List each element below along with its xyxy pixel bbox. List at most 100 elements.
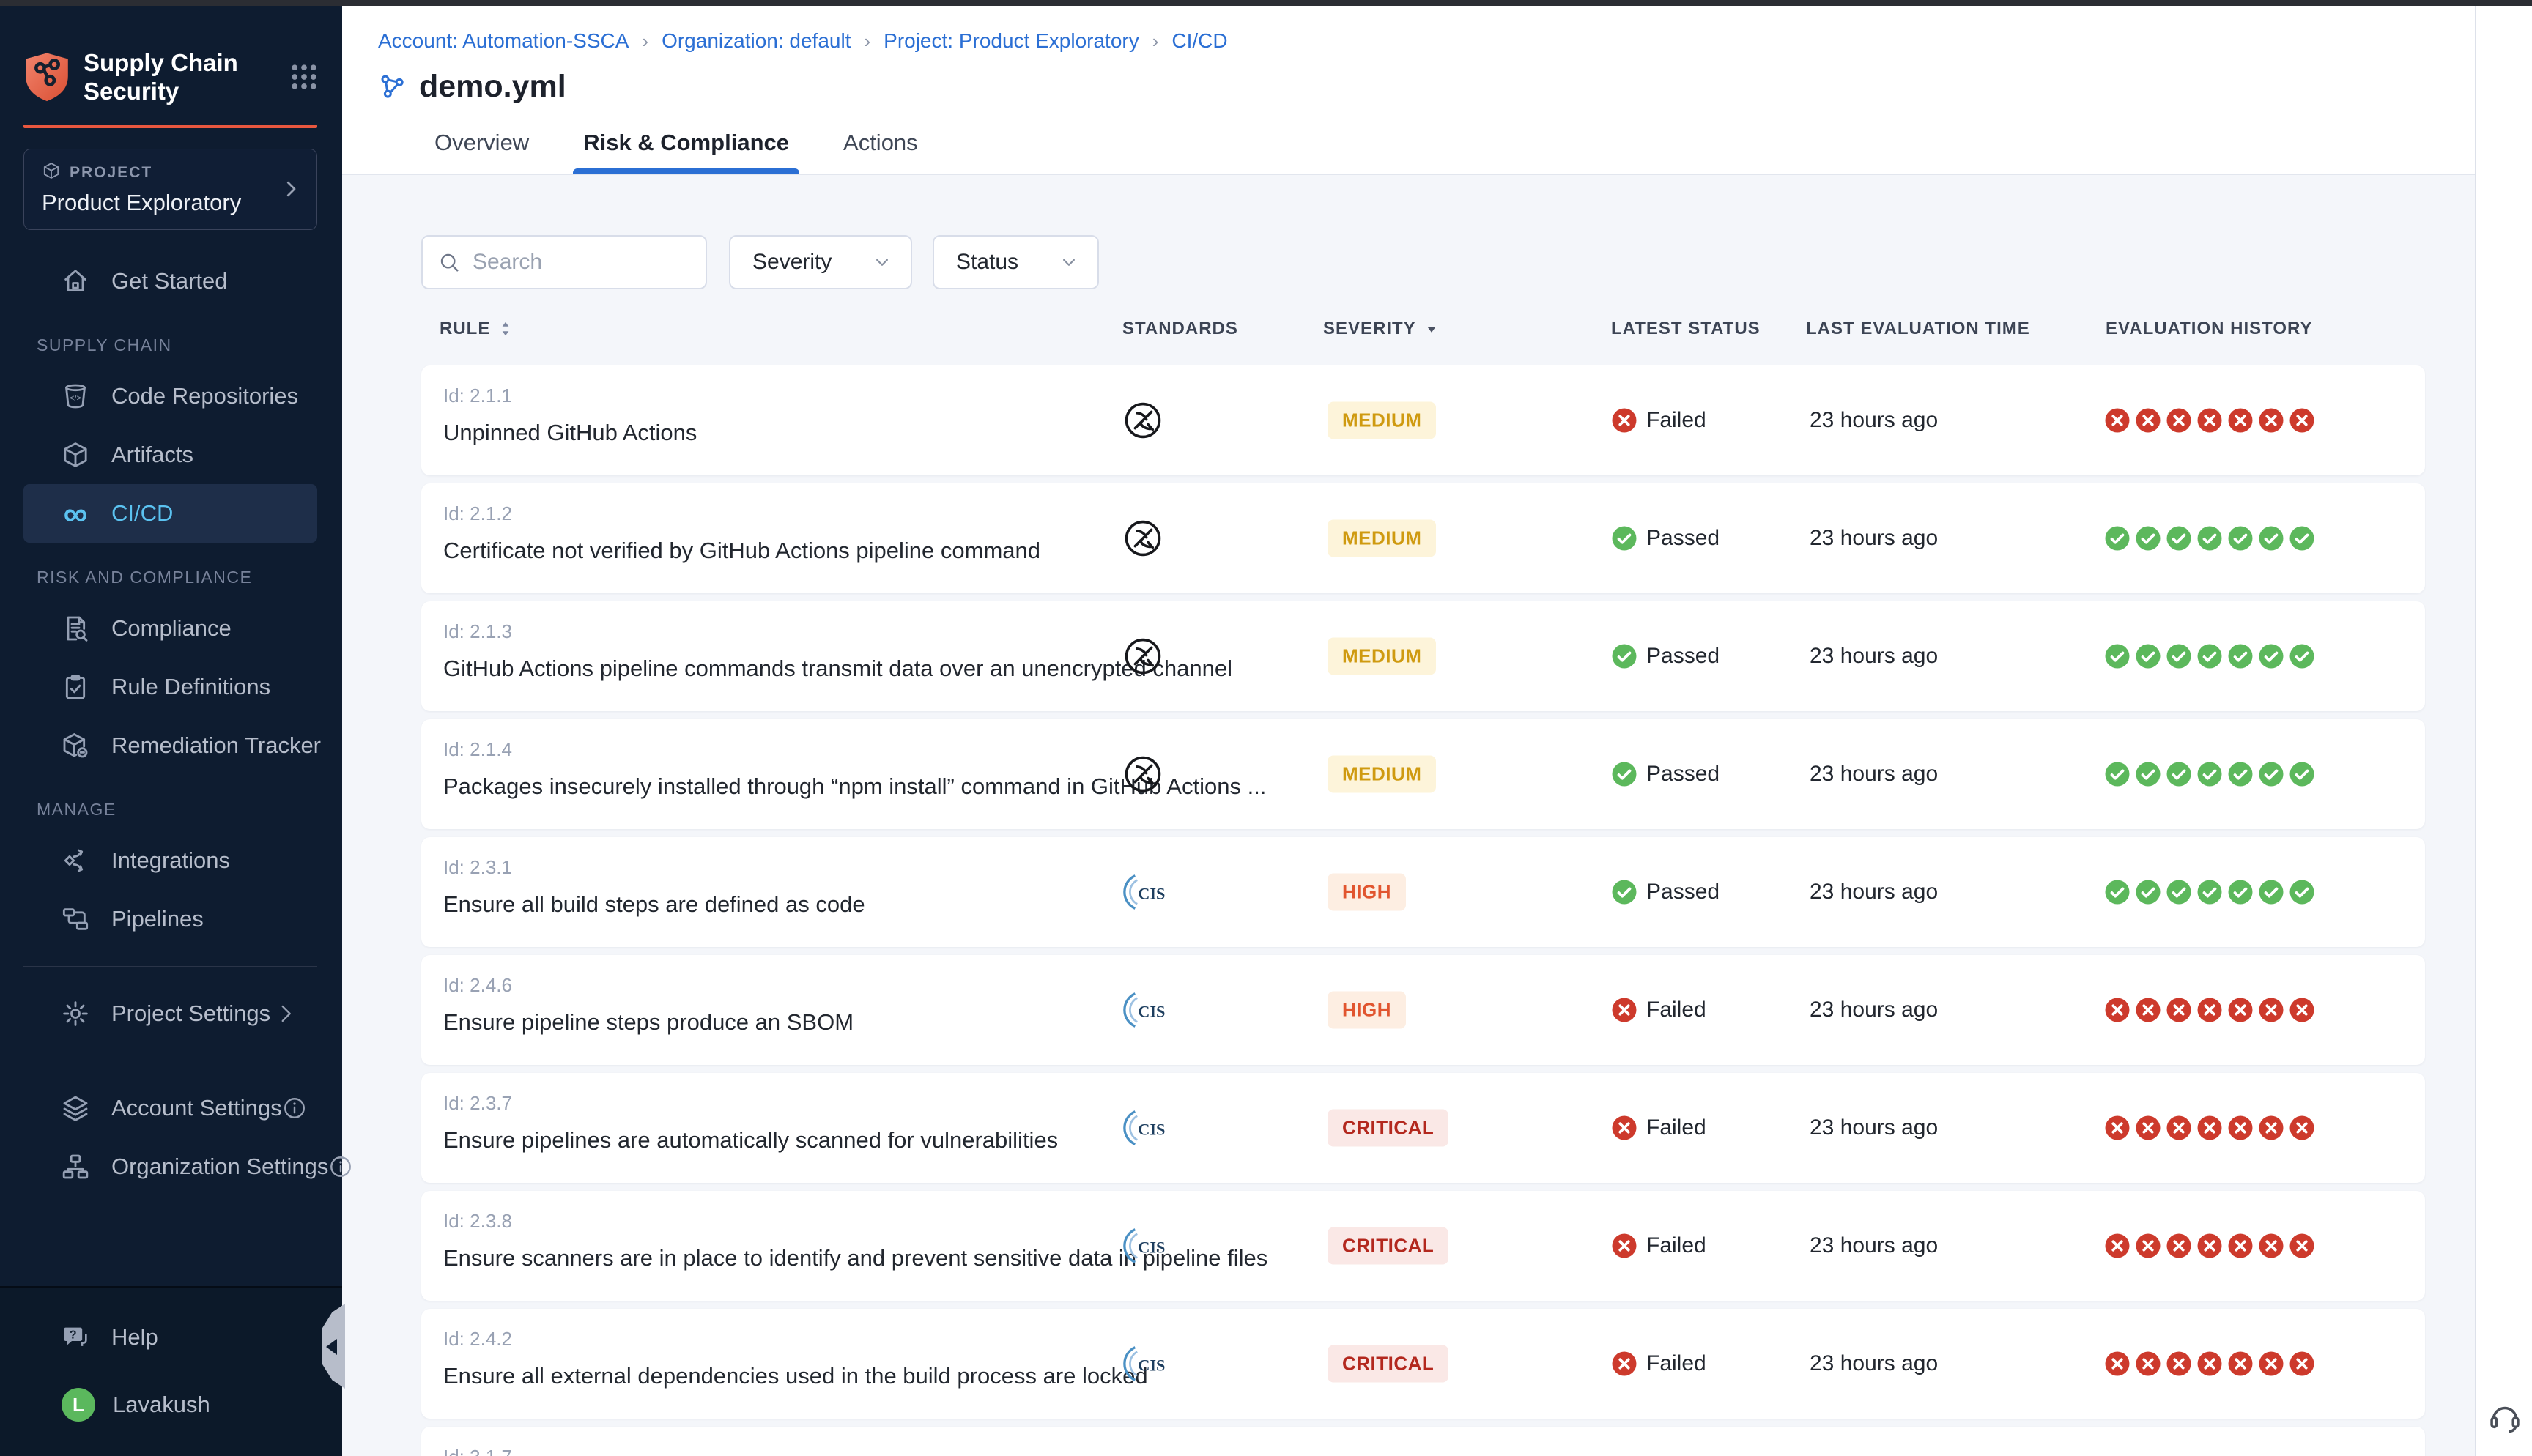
severity-filter-select[interactable]: Severity — [729, 235, 912, 289]
table-row[interactable]: Id: 2.1.4Packages insecurely installed t… — [421, 719, 2425, 829]
sidebar-item-organization-settings[interactable]: Organization Settings — [23, 1137, 317, 1196]
history-fail-icon — [2227, 1351, 2254, 1377]
status-failed-icon — [1611, 1233, 1637, 1259]
sidebar-item-compliance[interactable]: Compliance — [23, 599, 317, 658]
sidebar-item-help[interactable]: ? Help — [23, 1308, 317, 1367]
severity-badge: MEDIUM — [1328, 756, 1436, 793]
rule-id: Id: 3.1.7 — [443, 1446, 512, 1456]
sort-desc-icon[interactable] — [1422, 319, 1441, 338]
sidebar-item-remediation-tracker[interactable]: Remediation Tracker — [23, 716, 317, 775]
history-pass-icon — [2258, 761, 2284, 787]
breadcrumb-separator: › — [864, 30, 870, 53]
column-label: STANDARDS — [1122, 319, 1238, 339]
severity-badge: CRITICAL — [1328, 1345, 1448, 1383]
history-pass-icon — [2196, 761, 2223, 787]
history-pass-icon — [2135, 643, 2161, 669]
sidebar-item-label: CI/CD — [111, 500, 173, 527]
sidebar-item-artifacts[interactable]: Artifacts — [23, 426, 317, 484]
tab-overview[interactable]: Overview — [424, 130, 539, 174]
sidebar-item-label: Integrations — [111, 847, 230, 874]
status-text: Failed — [1646, 1233, 1706, 1258]
rule-cell: Id: 2.4.6Ensure pipeline steps produce a… — [443, 974, 854, 1036]
sidebar-item-get-started[interactable]: Get Started — [23, 252, 317, 311]
history-fail-icon — [2104, 1351, 2131, 1377]
table-row[interactable]: Id: 2.3.7Ensure pipelines are automatica… — [421, 1073, 2425, 1183]
table-row[interactable]: Id: 2.3.8Ensure scanners are in place to… — [421, 1191, 2425, 1301]
support-headset-icon[interactable] — [2487, 1399, 2523, 1435]
sidebar-item-pipelines[interactable]: Pipelines — [23, 890, 317, 948]
sidebar-item-label: Organization Settings — [111, 1154, 328, 1180]
pipelines-icon — [60, 904, 91, 935]
severity-badge: CRITICAL — [1328, 1110, 1448, 1147]
svg-text:?: ? — [70, 1329, 77, 1341]
sort-icon[interactable] — [496, 319, 515, 338]
breadcrumb: Account: Automation-SSCA › Organization: d… — [342, 6, 2475, 53]
sidebar-item-account-settings[interactable]: Account Settings — [23, 1079, 317, 1137]
history-pass-icon — [2196, 643, 2223, 669]
table-row[interactable]: Id: 2.3.1Ensure all build steps are defi… — [421, 837, 2425, 947]
table-row[interactable]: Id: 2.4.2Ensure all external dependencie… — [421, 1309, 2425, 1419]
history-fail-icon — [2166, 1233, 2192, 1259]
history-fail-icon — [2227, 407, 2254, 434]
sidebar-item-code-repositories[interactable]: </>Code Repositories — [23, 367, 317, 426]
history-fail-icon — [2289, 1233, 2315, 1259]
project-box-icon — [42, 161, 61, 184]
svg-text:CIS: CIS — [1138, 1120, 1165, 1138]
history-pass-icon — [2104, 879, 2131, 905]
cis-standard-icon: CIS — [1119, 869, 1167, 915]
project-label: PROJECT — [70, 164, 152, 182]
history-fail-icon — [2135, 1233, 2161, 1259]
breadcrumb-link[interactable]: CI/CD — [1171, 29, 1227, 53]
history-fail-icon — [2258, 1233, 2284, 1259]
project-selector[interactable]: PROJECT Product Exploratory — [23, 149, 317, 230]
sidebar-nav: Get StartedSUPPLY CHAIN</>Code Repositor… — [0, 230, 342, 1286]
info-icon — [282, 1096, 307, 1121]
history-pass-icon — [2196, 525, 2223, 551]
rule-name: Ensure pipeline steps produce an SBOM — [443, 1009, 854, 1036]
breadcrumb-separator: › — [642, 30, 648, 53]
history-pass-icon — [2227, 761, 2254, 787]
rule-id: Id: 2.3.1 — [443, 856, 865, 879]
table-row[interactable]: Id: 3.1.7CISCRITICALFailed23 hours ago — [421, 1427, 2425, 1456]
severity-cell: MEDIUM — [1328, 756, 1436, 793]
sidebar-item-integrations[interactable]: Integrations — [23, 831, 317, 890]
table-row[interactable]: Id: 2.4.6Ensure pipeline steps produce a… — [421, 955, 2425, 1065]
tab-actions[interactable]: Actions — [833, 130, 928, 174]
table-row[interactable]: Id: 2.1.1Unpinned GitHub ActionsMEDIUMFa… — [421, 365, 2425, 475]
breadcrumb-link[interactable]: Account: Automation-SSCA — [378, 29, 629, 53]
table-row[interactable]: Id: 2.1.2Certificate not verified by Git… — [421, 483, 2425, 593]
column-label: LATEST STATUS — [1611, 319, 1761, 339]
sidebar-item-user[interactable]: L Lavakush — [23, 1375, 317, 1434]
history-pass-icon — [2227, 643, 2254, 669]
table-rows: Id: 2.1.1Unpinned GitHub ActionsMEDIUMFa… — [421, 365, 2425, 1456]
table-row[interactable]: Id: 2.1.3GitHub Actions pipeline command… — [421, 601, 2425, 711]
page-title: demo.yml — [419, 69, 566, 105]
sidebar-item-project-settings[interactable]: Project Settings — [23, 984, 317, 1043]
tab-risk-compliance[interactable]: Risk & Compliance — [573, 130, 799, 174]
sidebar-item-cicd[interactable]: ∞CI/CD — [23, 484, 317, 543]
status-text: Passed — [1646, 526, 1720, 551]
rule-id: Id: 2.4.2 — [443, 1328, 1148, 1351]
search-input[interactable] — [473, 250, 691, 275]
history-fail-icon — [2196, 407, 2223, 434]
svg-text:CIS: CIS — [1138, 1002, 1165, 1020]
breadcrumb-link[interactable]: Project: Product Exploratory — [884, 29, 1139, 53]
history-fail-icon — [2135, 407, 2161, 434]
box-icon — [60, 439, 91, 470]
breadcrumb-link[interactable]: Organization: default — [662, 29, 851, 53]
rule-id: Id: 2.1.2 — [443, 502, 1040, 525]
sidebar-item-rule-definitions[interactable]: Rule Definitions — [23, 658, 317, 716]
status-text: Failed — [1646, 408, 1706, 433]
history-fail-icon — [2227, 1115, 2254, 1141]
app-switcher-grid-icon[interactable] — [288, 61, 320, 93]
owasp-standard-icon — [1119, 634, 1167, 679]
history-fail-icon — [2196, 1233, 2223, 1259]
chevron-right-icon — [280, 178, 302, 200]
status-text: Passed — [1646, 644, 1720, 669]
status-filter-select[interactable]: Status — [933, 235, 1099, 289]
rule-cell: Id: 2.4.2Ensure all external dependencie… — [443, 1328, 1148, 1389]
rule-cell: Id: 3.1.7 — [443, 1446, 512, 1456]
history-pass-icon — [2258, 879, 2284, 905]
history-fail-icon — [2104, 407, 2131, 434]
svg-text:CIS: CIS — [1138, 884, 1165, 902]
